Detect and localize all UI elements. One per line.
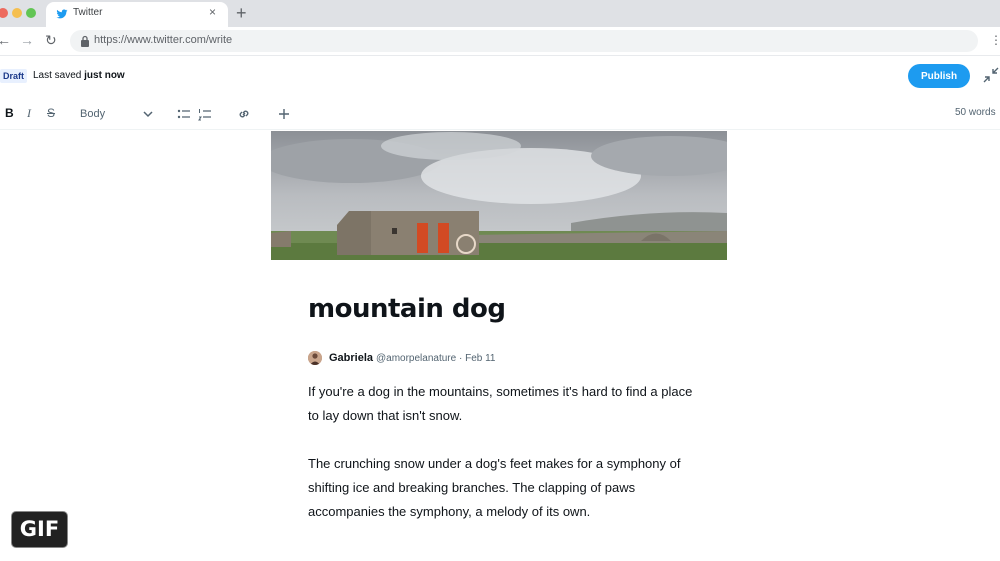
reload-icon[interactable]: ↻ <box>45 31 57 49</box>
tab-close-icon[interactable]: × <box>209 5 216 19</box>
draft-badge: Draft <box>0 69 28 83</box>
avatar[interactable] <box>308 351 322 365</box>
italic-button[interactable]: I <box>27 106 31 120</box>
forward-arrow-icon[interactable]: → <box>20 31 34 49</box>
lock-icon <box>81 35 89 47</box>
window-maximize-button[interactable] <box>26 8 36 18</box>
back-arrow-icon[interactable]: ← <box>0 31 11 49</box>
article-paragraph[interactable]: If you're a dog in the mountains, someti… <box>308 380 698 428</box>
avatar-photo-icon <box>308 351 322 365</box>
new-tab-button[interactable]: + <box>236 2 247 24</box>
bold-button[interactable]: B <box>5 106 14 120</box>
publish-button[interactable]: Publish <box>908 64 970 88</box>
browser-toolbar: ← → ↻ https://www.twitter.com/write ⋮ <box>0 27 1000 56</box>
article-paragraph[interactable]: The crunching snow under a dog's feet ma… <box>308 452 693 524</box>
link-icon[interactable] <box>237 107 251 121</box>
address-bar[interactable]: https://www.twitter.com/write <box>70 30 978 52</box>
save-status-time: just now <box>84 70 125 81</box>
strikethrough-button[interactable]: S <box>47 106 55 120</box>
add-media-icon[interactable] <box>277 107 291 121</box>
word-count: 50 words <box>955 107 996 118</box>
article-cover-image[interactable] <box>271 131 727 260</box>
formatting-toolbar: B I S Body 50 words <box>0 100 1000 130</box>
browser-menu-icon[interactable]: ⋮ <box>990 33 1000 47</box>
numbered-list-icon[interactable] <box>198 107 212 121</box>
tab-title: Twitter <box>73 7 103 18</box>
author-handle[interactable]: @amorpelanature · Feb 11 <box>376 353 495 364</box>
browser-tabstrip: Twitter × + <box>0 0 1000 27</box>
article-title[interactable]: mountain dog <box>308 294 506 324</box>
twitter-bird-icon <box>56 9 68 19</box>
chevron-down-icon[interactable] <box>141 107 155 121</box>
save-status-prefix: Last saved <box>33 70 82 81</box>
url-text: https://www.twitter.com/write <box>94 34 233 46</box>
browser-tab[interactable]: Twitter × <box>46 2 228 27</box>
window-close-button[interactable] <box>0 8 8 18</box>
window-minimize-button[interactable] <box>12 8 22 18</box>
bullet-list-icon[interactable] <box>177 107 191 121</box>
author-name[interactable]: Gabriela <box>329 352 373 364</box>
gif-badge: GIF <box>11 511 68 548</box>
collapse-icon[interactable] <box>982 66 1000 84</box>
save-status: Last saved just now <box>33 70 125 81</box>
text-style-select[interactable]: Body <box>80 107 105 121</box>
